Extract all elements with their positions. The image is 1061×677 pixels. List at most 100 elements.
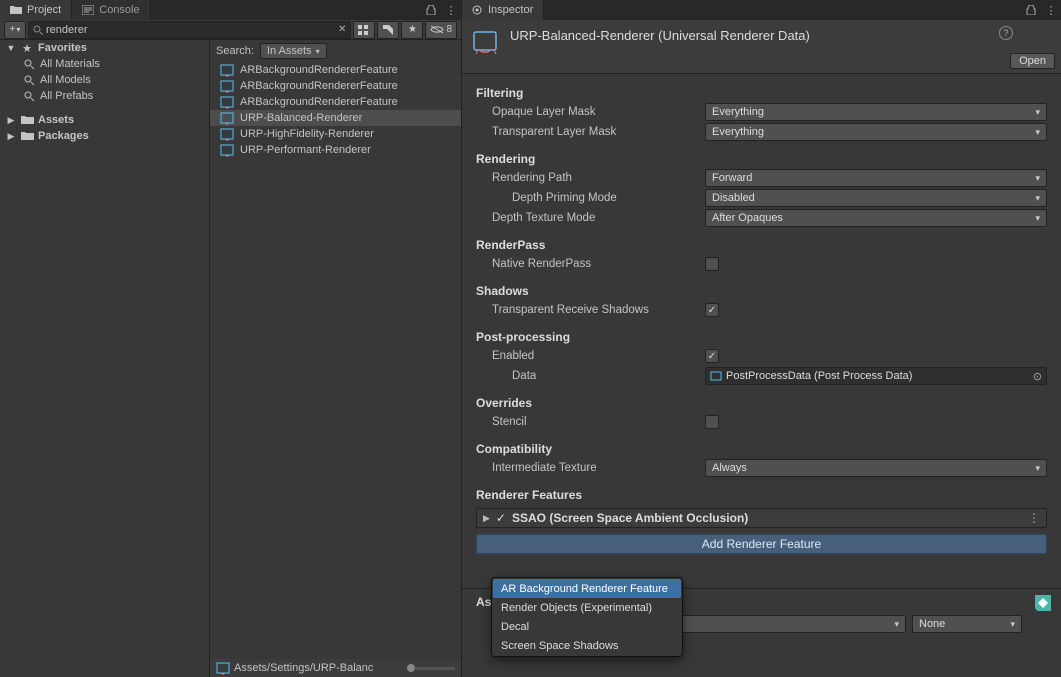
tree-label: Assets	[38, 114, 74, 126]
prop-intermediate-texture: Intermediate Texture	[476, 462, 597, 474]
scriptable-object-icon	[216, 661, 230, 675]
prop-opaque-layer-mask: Opaque Layer Mask	[476, 106, 596, 118]
folder-icon	[10, 5, 22, 15]
asset-name: URP-HighFidelity-Renderer	[240, 128, 374, 140]
open-asset-button[interactable]: Open	[1010, 53, 1055, 69]
asset-row[interactable]: URP-HighFidelity-Renderer	[210, 126, 461, 142]
feature-ssao[interactable]: ▶ ✓ SSAO (Screen Space Ambient Occlusion…	[476, 508, 1047, 528]
packages-root[interactable]: ▶ Packages	[0, 128, 209, 144]
favorite-item[interactable]: All Materials	[0, 56, 209, 72]
search-input[interactable]	[46, 24, 338, 36]
scriptable-object-icon	[220, 111, 234, 125]
prop-post-enabled: Enabled	[476, 350, 534, 362]
section-shadows: Shadows	[462, 274, 1061, 300]
clear-search-icon[interactable]: ✕	[338, 24, 346, 35]
search-icon	[22, 75, 36, 86]
tree-label: All Models	[40, 74, 91, 86]
lock-icon[interactable]	[421, 0, 441, 20]
transparent-layer-mask-dropdown[interactable]: Everything	[705, 123, 1047, 141]
tab-spacer	[151, 0, 421, 20]
thumbnail-size-slider[interactable]	[407, 664, 415, 672]
popup-item-screen-space-shadows[interactable]: Screen Space Shadows	[493, 636, 681, 655]
lock-icon[interactable]	[1021, 0, 1041, 20]
prop-rendering-path: Rendering Path	[476, 172, 572, 184]
search-scope-dropdown[interactable]: In Assets ▾	[260, 43, 327, 59]
tab-console[interactable]: Console	[72, 0, 150, 20]
depth-priming-dropdown[interactable]: Disabled	[705, 189, 1047, 207]
folder-icon	[20, 115, 34, 125]
kebab-icon[interactable]: ⋮	[1041, 0, 1061, 20]
search-results: ARBackgroundRendererFeature ARBackground…	[210, 62, 461, 659]
help-icon[interactable]: ?	[999, 26, 1013, 40]
search-icon	[22, 91, 36, 102]
foldout-arrow-icon: ▼	[6, 43, 16, 53]
search-by-type-button[interactable]	[353, 21, 375, 39]
kebab-icon[interactable]: ⋮	[441, 0, 461, 20]
tree-label: Favorites	[38, 42, 87, 54]
scriptable-object-icon	[220, 127, 234, 141]
rendering-path-dropdown[interactable]: Forward	[705, 169, 1047, 187]
search-label: Search:	[216, 45, 254, 57]
asset-name: URP-Performant-Renderer	[240, 144, 371, 156]
add-feature-popup: AR Background Renderer Feature Render Ob…	[491, 577, 683, 657]
tab-label: Inspector	[488, 4, 533, 16]
search-by-label-button[interactable]	[377, 21, 399, 39]
hidden-packages-button[interactable]: 8	[425, 21, 457, 39]
add-button[interactable]: +▾	[4, 21, 26, 39]
popup-item-render-objects[interactable]: Render Objects (Experimental)	[493, 598, 681, 617]
foldout-arrow-icon: ▶	[6, 115, 16, 126]
foldout-arrow-icon: ▶	[483, 513, 490, 524]
asset-name: ARBackgroundRendererFeature	[240, 96, 398, 108]
assetlabel-tag-icon[interactable]	[1035, 595, 1051, 611]
depth-texture-dropdown[interactable]: After Opaques	[705, 209, 1047, 227]
scriptable-object-icon	[220, 143, 234, 157]
popup-item-ar-background[interactable]: AR Background Renderer Feature	[493, 579, 681, 598]
intermediate-texture-dropdown[interactable]: Always	[705, 459, 1047, 477]
asset-path-footer: Assets/Settings/URP-Balanc	[210, 659, 461, 677]
feature-label: SSAO (Screen Space Ambient Occlusion)	[512, 511, 748, 525]
kebab-icon[interactable]: ⋮	[1028, 511, 1040, 525]
inspector-icon	[472, 5, 483, 16]
favorite-item[interactable]: All Models	[0, 72, 209, 88]
hidden-count: 8	[446, 24, 452, 35]
prop-depth-priming: Depth Priming Mode	[476, 192, 617, 204]
chevron-down-icon: ▾	[316, 47, 320, 56]
scriptable-object-icon	[710, 370, 722, 382]
prop-depth-texture: Depth Texture Mode	[476, 212, 595, 224]
native-renderpass-checkbox[interactable]	[705, 257, 719, 271]
asset-row[interactable]: URP-Balanced-Renderer	[210, 110, 461, 126]
asset-name: ARBackgroundRendererFeature	[240, 80, 398, 92]
tab-label: Console	[99, 4, 139, 16]
slider-track[interactable]	[415, 667, 455, 670]
scriptable-object-icon	[220, 95, 234, 109]
post-enabled-checkbox[interactable]: ✓	[705, 349, 719, 363]
post-data-field[interactable]: PostProcessData (Post Process Data)	[705, 367, 1047, 385]
stencil-checkbox[interactable]	[705, 415, 719, 429]
prop-transparent-receive-shadows: Transparent Receive Shadows	[476, 304, 649, 316]
asset-title: URP-Balanced-Renderer (Universal Rendere…	[510, 28, 810, 43]
prop-post-data: Data	[476, 370, 536, 382]
asset-row[interactable]: ARBackgroundRendererFeature	[210, 78, 461, 94]
star-icon: ★	[20, 42, 34, 55]
assetbundle-variant-dropdown[interactable]: None	[912, 615, 1022, 633]
section-post-processing: Post-processing	[462, 320, 1061, 346]
transparent-receive-shadows-checkbox[interactable]: ✓	[705, 303, 719, 317]
favorite-item[interactable]: All Prefabs	[0, 88, 209, 104]
asset-name: ARBackgroundRendererFeature	[240, 64, 398, 76]
opaque-layer-mask-dropdown[interactable]: Everything	[705, 103, 1047, 121]
assets-root[interactable]: ▶ Assets	[0, 112, 209, 128]
tab-inspector[interactable]: Inspector	[462, 0, 544, 20]
add-renderer-feature-button[interactable]: Add Renderer Feature	[476, 534, 1047, 554]
search-input-wrap[interactable]: ✕	[28, 21, 351, 39]
favorites-header[interactable]: ▼ ★ Favorites	[0, 40, 209, 56]
save-search-button[interactable]: ★	[401, 21, 423, 39]
asset-path: Assets/Settings/URP-Balanc	[234, 662, 373, 674]
prop-transparent-layer-mask: Transparent Layer Mask	[476, 126, 616, 138]
tab-project[interactable]: Project	[0, 0, 72, 20]
asset-row[interactable]: ARBackgroundRendererFeature	[210, 94, 461, 110]
checkmark-icon: ✓	[496, 511, 506, 525]
asset-type-icon	[470, 26, 500, 56]
popup-item-decal[interactable]: Decal	[493, 617, 681, 636]
asset-row[interactable]: URP-Performant-Renderer	[210, 142, 461, 158]
asset-row[interactable]: ARBackgroundRendererFeature	[210, 62, 461, 78]
